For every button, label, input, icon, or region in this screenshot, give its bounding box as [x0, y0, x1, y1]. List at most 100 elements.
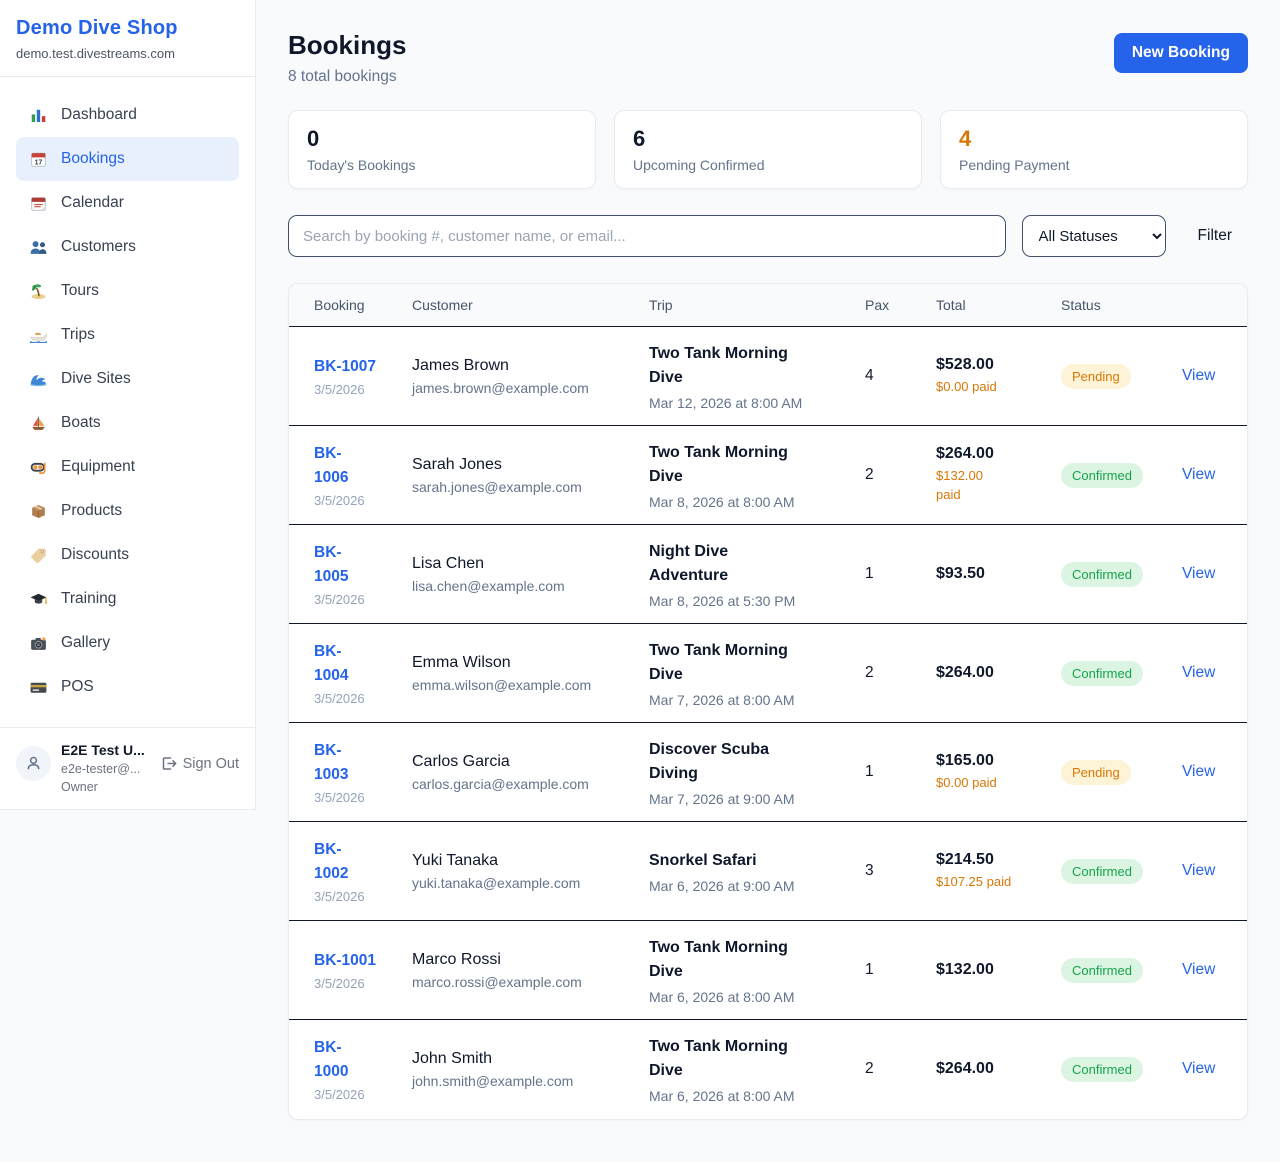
booking-id-link[interactable]: BK-1002: [314, 838, 370, 886]
customer-name: Emma Wilson: [412, 654, 625, 672]
view-link[interactable]: View: [1182, 466, 1215, 483]
status-badge: Pending: [1061, 760, 1131, 785]
bookings-icon: 17: [29, 150, 48, 169]
customer-name: James Brown: [412, 357, 625, 375]
booking-date: 3/5/2026: [314, 790, 388, 805]
trip-name: Two Tank Morning Dive: [649, 936, 805, 984]
sidebar-item-discounts[interactable]: Discounts: [16, 533, 239, 577]
booking-id-link[interactable]: BK-1000: [314, 1036, 370, 1084]
customer-name: John Smith: [412, 1050, 625, 1068]
products-icon: [29, 502, 48, 521]
stat-label: Upcoming Confirmed: [633, 157, 903, 173]
trip-name: Snorkel Safari: [649, 849, 805, 873]
sidebar-item-label: Dashboard: [61, 106, 137, 124]
booking-id-link[interactable]: BK-1004: [314, 640, 370, 688]
sidebar-item-products[interactable]: Products: [16, 489, 239, 533]
customer-email: emma.wilson@example.com: [412, 677, 625, 693]
sidebar-item-gallery[interactable]: Gallery: [16, 621, 239, 665]
sidebar-footer: E2E Test U... e2e-tester@... Owner Sign …: [0, 727, 255, 809]
booking-id-link[interactable]: BK-1007: [314, 355, 376, 379]
stat-card: 0Today's Bookings: [288, 110, 596, 189]
sign-out-label: Sign Out: [183, 756, 239, 772]
total-amount: $132.00: [936, 961, 1037, 979]
booking-date: 3/5/2026: [314, 691, 388, 706]
status-badge: Pending: [1061, 364, 1131, 389]
sidebar-item-trips[interactable]: Trips: [16, 313, 239, 357]
sidebar-item-label: Boats: [61, 414, 101, 432]
page-subtitle: 8 total bookings: [288, 68, 406, 86]
status-badge: Confirmed: [1061, 958, 1143, 983]
pax-count: 2: [865, 466, 874, 483]
new-booking-button[interactable]: New Booking: [1114, 33, 1248, 73]
svg-text:17: 17: [35, 159, 43, 166]
view-link[interactable]: View: [1182, 1060, 1215, 1077]
sidebar-item-dive-sites[interactable]: Dive Sites: [16, 357, 239, 401]
sidebar-item-customers[interactable]: Customers: [16, 225, 239, 269]
pax-count: 1: [865, 961, 874, 978]
status-badge: Confirmed: [1061, 859, 1143, 884]
trip-name: Night Dive Adventure: [649, 540, 805, 588]
booking-id-link[interactable]: BK-1005: [314, 541, 370, 589]
status-filter-select[interactable]: All Statuses: [1022, 215, 1166, 257]
view-link[interactable]: View: [1182, 862, 1215, 879]
trip-datetime: Mar 8, 2026 at 8:00 AM: [649, 494, 841, 510]
booking-id-link[interactable]: BK-1006: [314, 442, 370, 490]
pax-count: 2: [865, 1060, 874, 1077]
sidebar-item-label: Trips: [61, 326, 95, 344]
sidebar-item-label: POS: [61, 678, 94, 696]
customer-email: lisa.chen@example.com: [412, 578, 625, 594]
tours-icon: [29, 282, 48, 301]
booking-date: 3/5/2026: [314, 1087, 388, 1102]
user-icon: [24, 754, 43, 773]
total-amount: $165.00: [936, 752, 1037, 770]
booking-id-link[interactable]: BK-1001: [314, 949, 376, 973]
sidebar-item-label: Training: [61, 590, 116, 608]
view-link[interactable]: View: [1182, 664, 1215, 681]
table-head: BookingCustomerTripPaxTotalStatus: [289, 284, 1247, 327]
bookings-table-card: BookingCustomerTripPaxTotalStatus BK-100…: [288, 283, 1248, 1120]
total-amount: $264.00: [936, 445, 1037, 463]
paid-amount: $107.25 paid: [936, 873, 1037, 892]
sidebar-item-calendar[interactable]: Calendar: [16, 181, 239, 225]
trip-datetime: Mar 7, 2026 at 8:00 AM: [649, 692, 841, 708]
stat-card: 4Pending Payment: [940, 110, 1248, 189]
gallery-icon: [29, 634, 48, 653]
customer-email: john.smith@example.com: [412, 1073, 625, 1089]
sidebar-item-tours[interactable]: Tours: [16, 269, 239, 313]
pos-icon: [29, 678, 48, 697]
equipment-icon: [29, 458, 48, 477]
trips-icon: [29, 326, 48, 345]
dashboard-icon: [29, 106, 48, 125]
booking-id-link[interactable]: BK-1003: [314, 739, 370, 787]
sidebar-item-bookings[interactable]: 17Bookings: [16, 137, 239, 181]
filter-button[interactable]: Filter: [1198, 227, 1232, 245]
view-link[interactable]: View: [1182, 367, 1215, 384]
trip-name: Two Tank Morning Dive: [649, 342, 805, 390]
booking-date: 3/5/2026: [314, 382, 388, 397]
sidebar-item-training[interactable]: Training: [16, 577, 239, 621]
controls-row: All Statuses Filter: [288, 215, 1248, 257]
sidebar-item-pos[interactable]: POS: [16, 665, 239, 709]
status-badge: Confirmed: [1061, 463, 1143, 488]
stat-value: 6: [633, 126, 903, 152]
total-amount: $214.50: [936, 851, 1037, 869]
customer-email: marco.rossi@example.com: [412, 974, 625, 990]
sign-out-button[interactable]: Sign Out: [160, 755, 239, 772]
sidebar-item-dashboard[interactable]: Dashboard: [16, 93, 239, 137]
customer-email: carlos.garcia@example.com: [412, 776, 625, 792]
bookings-table: BookingCustomerTripPaxTotalStatus BK-100…: [289, 284, 1247, 1119]
customer-email: yuki.tanaka@example.com: [412, 875, 625, 891]
view-link[interactable]: View: [1182, 961, 1215, 978]
view-link[interactable]: View: [1182, 763, 1215, 780]
sidebar-item-boats[interactable]: Boats: [16, 401, 239, 445]
sidebar: Demo Dive Shop demo.test.divestreams.com…: [0, 0, 256, 810]
customers-icon: [29, 238, 48, 257]
search-input[interactable]: [288, 215, 1006, 257]
user-name: E2E Test U...: [61, 741, 145, 759]
view-link[interactable]: View: [1182, 565, 1215, 582]
discounts-icon: [29, 546, 48, 565]
stat-value: 4: [959, 126, 1229, 152]
sidebar-item-equipment[interactable]: Equipment: [16, 445, 239, 489]
column-header-customer: Customer: [400, 284, 637, 327]
brand-domain: demo.test.divestreams.com: [16, 46, 239, 61]
